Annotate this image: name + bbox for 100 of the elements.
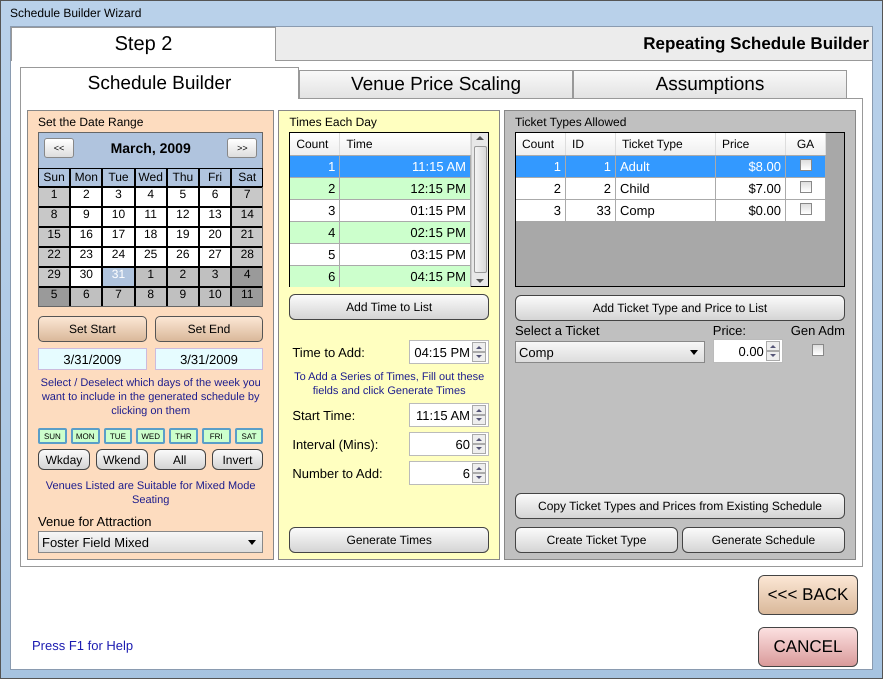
calendar-day[interactable]: 5	[168, 188, 198, 206]
calendar-day[interactable]: 1	[39, 188, 70, 206]
create-ticket-button[interactable]: Create Ticket Type	[515, 527, 678, 553]
start-date-field[interactable]: 3/31/2009	[38, 348, 147, 370]
day-toggle[interactable]: WED	[136, 428, 166, 444]
calendar-day[interactable]: 8	[39, 208, 70, 226]
table-cell: 6	[290, 266, 340, 287]
calendar-day[interactable]: 6	[200, 188, 230, 206]
field-label: Interval (Mins):	[292, 436, 378, 452]
tab[interactable]: Schedule Builder	[20, 67, 299, 99]
calendar-day[interactable]: 3	[200, 268, 230, 286]
calendar-day[interactable]: 16	[71, 228, 102, 246]
calendar-day[interactable]: 10	[103, 208, 134, 226]
day-toggle[interactable]: MON	[70, 428, 100, 444]
calendar-day[interactable]: 24	[103, 248, 134, 266]
section-title: Times Each Day	[289, 115, 378, 129]
calendar-day[interactable]: 18	[136, 228, 166, 246]
calendar-day[interactable]: 3	[103, 188, 134, 206]
day-toggle[interactable]: SAT	[234, 428, 264, 444]
calendar-day[interactable]: 9	[168, 288, 198, 306]
calendar-day[interactable]: 9	[71, 208, 102, 226]
calendar-day[interactable]: 4	[232, 268, 262, 286]
table-cell: Comp	[616, 200, 716, 221]
day-toggle[interactable]: SUN	[38, 428, 67, 444]
calendar-day[interactable]: 28	[232, 248, 262, 266]
help-text: Press F1 for Help	[32, 638, 134, 653]
venue-dropdown[interactable]: Foster Field Mixed	[38, 531, 264, 553]
field-label: Select a Ticket	[515, 323, 601, 338]
calendar-day[interactable]: 30	[71, 268, 102, 286]
calendar-day[interactable]: 22	[39, 248, 70, 266]
calendar-day[interactable]: 2	[168, 268, 198, 286]
days-note: Select / Deselect which days of the week you want to include in the generated schedule by clicking on them	[40, 376, 262, 418]
calendar-day[interactable]: 7	[103, 288, 134, 306]
tab[interactable]: Venue Price Scaling	[299, 70, 573, 99]
ticket-row[interactable]: 2 2 Child $7.00	[516, 177, 826, 199]
calendar-day[interactable]: 13	[200, 208, 230, 226]
calendar-day[interactable]: 10	[200, 288, 230, 306]
time-row[interactable]: 5 03:15 PM	[290, 243, 471, 265]
back-button[interactable]: <<< BACK	[758, 575, 858, 615]
copy-tickets-button[interactable]: Copy Ticket Types and Prices from Existing Schedule	[515, 493, 845, 519]
calendar-day[interactable]: 8	[136, 288, 166, 306]
calendar-day[interactable]: 2	[71, 188, 102, 206]
spinner-field[interactable]: 6	[409, 461, 489, 485]
spinner-field[interactable]: 60	[409, 432, 489, 456]
next-month-button[interactable]: >>	[227, 138, 258, 158]
calendar-day[interactable]: 11	[232, 288, 262, 306]
add-time-button[interactable]: Add Time to List	[289, 294, 489, 320]
day-filter-button[interactable]: All	[154, 449, 206, 470]
generate-schedule-button[interactable]: Generate Schedule	[682, 527, 845, 553]
calendar-day[interactable]: 21	[232, 228, 262, 246]
ticket-row[interactable]: 3 33 Comp $0.00	[516, 199, 826, 221]
calendar-day[interactable]: 27	[200, 248, 230, 266]
calendar-day[interactable]: 6	[71, 288, 102, 306]
add-ticket-button[interactable]: Add Ticket Type and Price to List	[515, 295, 845, 321]
day-filter-button[interactable]: Wkend	[96, 449, 148, 470]
calendar-day[interactable]: 11	[136, 208, 166, 226]
page-title: Repeating Schedule Builder	[643, 34, 869, 54]
time-row[interactable]: 3 01:15 PM	[290, 199, 471, 221]
calendar-day[interactable]: 29	[39, 268, 70, 286]
generate-times-button[interactable]: Generate Times	[289, 527, 489, 553]
day-filter-button[interactable]: Invert	[212, 449, 264, 470]
time-spinner[interactable]: 04:15 PM	[409, 340, 489, 364]
ticket-dropdown[interactable]: Comp	[515, 341, 705, 363]
section-title: Set the Date Range	[38, 115, 144, 129]
calendar-day[interactable]: 12	[168, 208, 198, 226]
venue-note: Venues Listed are Suitable for Mixed Mode Seating	[44, 479, 257, 507]
calendar-day[interactable]: 7	[232, 188, 262, 206]
calendar-day[interactable]: 17	[103, 228, 134, 246]
prev-month-button[interactable]: <<	[44, 138, 74, 158]
calendar-day[interactable]: 23	[71, 248, 102, 266]
day-toggle[interactable]: FRI	[202, 428, 231, 444]
field-label: Time to Add:	[292, 344, 365, 360]
calendar-day[interactable]: 14	[232, 208, 262, 226]
calendar-day[interactable]: 5	[39, 288, 70, 306]
day-filter-button[interactable]: Wkday	[38, 449, 90, 470]
calendar-day[interactable]: 26	[168, 248, 198, 266]
tab[interactable]: Assumptions	[573, 70, 847, 99]
series-note: To Add a Series of Times, Fill out these fields and click Generate Times	[293, 370, 486, 398]
spinner-field[interactable]: 11:15 AM	[409, 403, 489, 427]
time-row[interactable]: 4 02:15 PM	[290, 221, 471, 243]
calendar-day[interactable]: 20	[200, 228, 230, 246]
day-toggle[interactable]: TUE	[104, 428, 132, 444]
cancel-button[interactable]: CANCEL	[758, 627, 858, 667]
table-cell: 3	[516, 200, 566, 221]
field-label: Start Time:	[292, 408, 356, 422]
month-title: March, 2009	[110, 140, 191, 156]
time-row[interactable]: 6 04:15 PM	[290, 265, 471, 287]
day-toggle[interactable]: THR	[169, 428, 198, 444]
set-start-button[interactable]: Set Start	[38, 316, 147, 342]
calendar-day[interactable]: 15	[39, 228, 70, 246]
calendar-day[interactable]: 25	[136, 248, 166, 266]
calendar-day[interactable]: 1	[136, 268, 166, 286]
time-row[interactable]: 2 12:15 PM	[290, 177, 471, 199]
field-label: Price:	[712, 323, 748, 338]
price-spinner[interactable]: 0.00	[712, 339, 783, 363]
calendar-day[interactable]: 19	[168, 228, 198, 246]
section-title: Ticket Types Allowed	[515, 115, 628, 129]
end-date-field[interactable]: 3/31/2009	[154, 348, 264, 370]
calendar-day[interactable]: 4	[136, 188, 166, 206]
set-end-button[interactable]: Set End	[154, 316, 264, 342]
